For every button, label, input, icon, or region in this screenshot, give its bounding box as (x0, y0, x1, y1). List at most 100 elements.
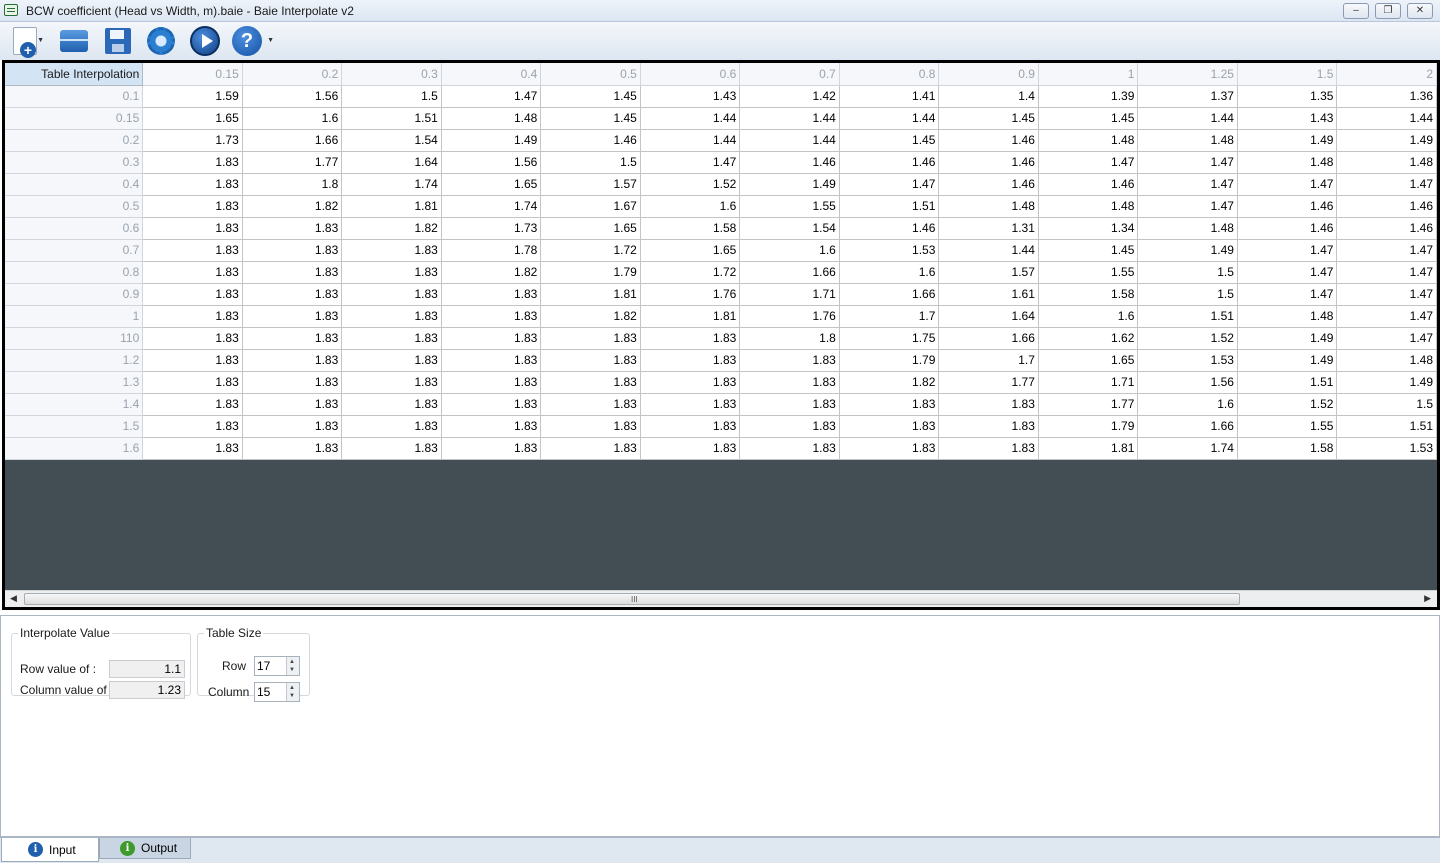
table-cell[interactable]: 1.49 (441, 129, 542, 152)
table-cell[interactable]: 1.51 (1137, 305, 1238, 328)
table-cell[interactable]: 1.44 (839, 107, 940, 130)
table-cell[interactable]: 1.83 (242, 217, 343, 240)
table-cell[interactable]: 1.74 (441, 195, 542, 218)
table-cell[interactable]: 1.83 (242, 393, 343, 416)
table-cell[interactable]: 1.83 (938, 415, 1039, 438)
table-cell[interactable]: 1.45 (1038, 239, 1139, 262)
table-cell[interactable]: 1.66 (242, 129, 343, 152)
table-cell[interactable]: 1.79 (1038, 415, 1139, 438)
table-cell[interactable]: 1.49 (1237, 327, 1338, 350)
table-cell[interactable]: 1.83 (640, 393, 741, 416)
table-cell[interactable]: 1.42 (739, 85, 840, 108)
table-cell[interactable]: 1.48 (1137, 217, 1238, 240)
table-cell[interactable]: 1.44 (739, 107, 840, 130)
table-cell[interactable]: 1.47 (1336, 173, 1437, 196)
table-cell[interactable]: 1.48 (1336, 349, 1437, 372)
table-cell[interactable]: 1.55 (1237, 415, 1338, 438)
table-cell[interactable]: 1.6 (640, 195, 741, 218)
table-cell[interactable]: 1.75 (839, 327, 940, 350)
maximize-button[interactable]: ❐ (1375, 3, 1401, 19)
table-cell[interactable]: 1.31 (938, 217, 1039, 240)
tab-output[interactable]: i Output (99, 838, 191, 859)
new-button[interactable]: + ▼ (6, 25, 44, 58)
table-cell[interactable]: 1.82 (839, 371, 940, 394)
table-cell[interactable]: 1.45 (540, 85, 641, 108)
table-cell[interactable]: 1.54 (341, 129, 442, 152)
table-cell[interactable]: 1.83 (341, 239, 442, 262)
table-cell[interactable]: 1.65 (1038, 349, 1139, 372)
table-cell[interactable]: 1.49 (739, 173, 840, 196)
table-cell[interactable]: 1.46 (1336, 195, 1437, 218)
scroll-left-icon[interactable]: ◀ (10, 593, 17, 604)
stepper-down-icon[interactable]: ▼ (289, 692, 295, 700)
table-cell[interactable]: 1.47 (1336, 239, 1437, 262)
table-cell[interactable]: 1.46 (739, 151, 840, 174)
row-header[interactable]: 0.5 (5, 195, 144, 218)
table-cell[interactable]: 1.44 (1336, 107, 1437, 130)
table-cell[interactable]: 1.83 (441, 371, 542, 394)
table-cell[interactable]: 1.46 (938, 173, 1039, 196)
table-cell[interactable]: 1.48 (1038, 195, 1139, 218)
table-cell[interactable]: 1.8 (739, 327, 840, 350)
row-header[interactable]: 1.3 (5, 371, 144, 394)
table-cell[interactable]: 1.83 (540, 371, 641, 394)
save-button[interactable] (102, 25, 134, 57)
table-cell[interactable]: 1.83 (242, 415, 343, 438)
table-cell[interactable]: 1.51 (1336, 415, 1437, 438)
column-header[interactable]: 0.3 (341, 63, 442, 86)
column-count-stepper[interactable]: 15 ▲ ▼ (254, 682, 300, 702)
table-cell[interactable]: 1.54 (739, 217, 840, 240)
table-cell[interactable]: 1.48 (1336, 151, 1437, 174)
table-cell[interactable]: 1.62 (1038, 327, 1139, 350)
table-cell[interactable]: 1.83 (640, 327, 741, 350)
grid-corner-label[interactable]: Table Interpolation (5, 63, 144, 86)
table-cell[interactable]: 1.5 (1137, 261, 1238, 284)
table-cell[interactable]: 1.4 (938, 85, 1039, 108)
table-cell[interactable]: 1.83 (142, 349, 243, 372)
table-cell[interactable]: 1.52 (640, 173, 741, 196)
table-cell[interactable]: 1.5 (341, 85, 442, 108)
table-cell[interactable]: 1.47 (640, 151, 741, 174)
table-cell[interactable]: 1.44 (640, 129, 741, 152)
settings-button[interactable] (144, 25, 178, 57)
table-cell[interactable]: 1.52 (1237, 393, 1338, 416)
table-cell[interactable]: 1.46 (1038, 173, 1139, 196)
column-header[interactable]: 0.6 (640, 63, 741, 86)
table-cell[interactable]: 1.51 (1237, 371, 1338, 394)
table-cell[interactable]: 1.58 (1038, 283, 1139, 306)
table-cell[interactable]: 1.83 (242, 327, 343, 350)
table-cell[interactable]: 1.83 (341, 327, 442, 350)
table-cell[interactable]: 1.47 (441, 85, 542, 108)
table-cell[interactable]: 1.66 (739, 261, 840, 284)
row-header[interactable]: 0.4 (5, 173, 144, 196)
table-cell[interactable]: 1.53 (1336, 437, 1437, 460)
table-cell[interactable]: 1.55 (739, 195, 840, 218)
table-cell[interactable]: 1.83 (341, 393, 442, 416)
table-cell[interactable]: 1.83 (341, 437, 442, 460)
column-header[interactable]: 2 (1336, 63, 1437, 86)
table-cell[interactable]: 1.56 (441, 151, 542, 174)
table-cell[interactable]: 1.6 (242, 107, 343, 130)
table-cell[interactable]: 1.81 (640, 305, 741, 328)
table-cell[interactable]: 1.48 (938, 195, 1039, 218)
table-cell[interactable]: 1.82 (341, 217, 442, 240)
table-cell[interactable]: 1.83 (242, 261, 343, 284)
table-cell[interactable]: 1.59 (142, 85, 243, 108)
table-cell[interactable]: 1.83 (142, 217, 243, 240)
table-cell[interactable]: 1.83 (839, 437, 940, 460)
table-cell[interactable]: 1.83 (142, 239, 243, 262)
table-cell[interactable]: 1.65 (441, 173, 542, 196)
table-cell[interactable]: 1.47 (1038, 151, 1139, 174)
table-cell[interactable]: 1.83 (142, 261, 243, 284)
table-cell[interactable]: 1.41 (839, 85, 940, 108)
horizontal-scrollbar[interactable]: ◀ III ▶ (5, 590, 1437, 607)
column-value-field[interactable]: 1.23 (109, 681, 185, 699)
table-cell[interactable]: 1.67 (540, 195, 641, 218)
table-cell[interactable]: 1.57 (540, 173, 641, 196)
table-cell[interactable]: 1.8 (242, 173, 343, 196)
table-cell[interactable]: 1.83 (341, 261, 442, 284)
table-cell[interactable]: 1.83 (441, 437, 542, 460)
table-cell[interactable]: 1.83 (242, 305, 343, 328)
table-cell[interactable]: 1.83 (142, 151, 243, 174)
table-cell[interactable]: 1.83 (341, 305, 442, 328)
